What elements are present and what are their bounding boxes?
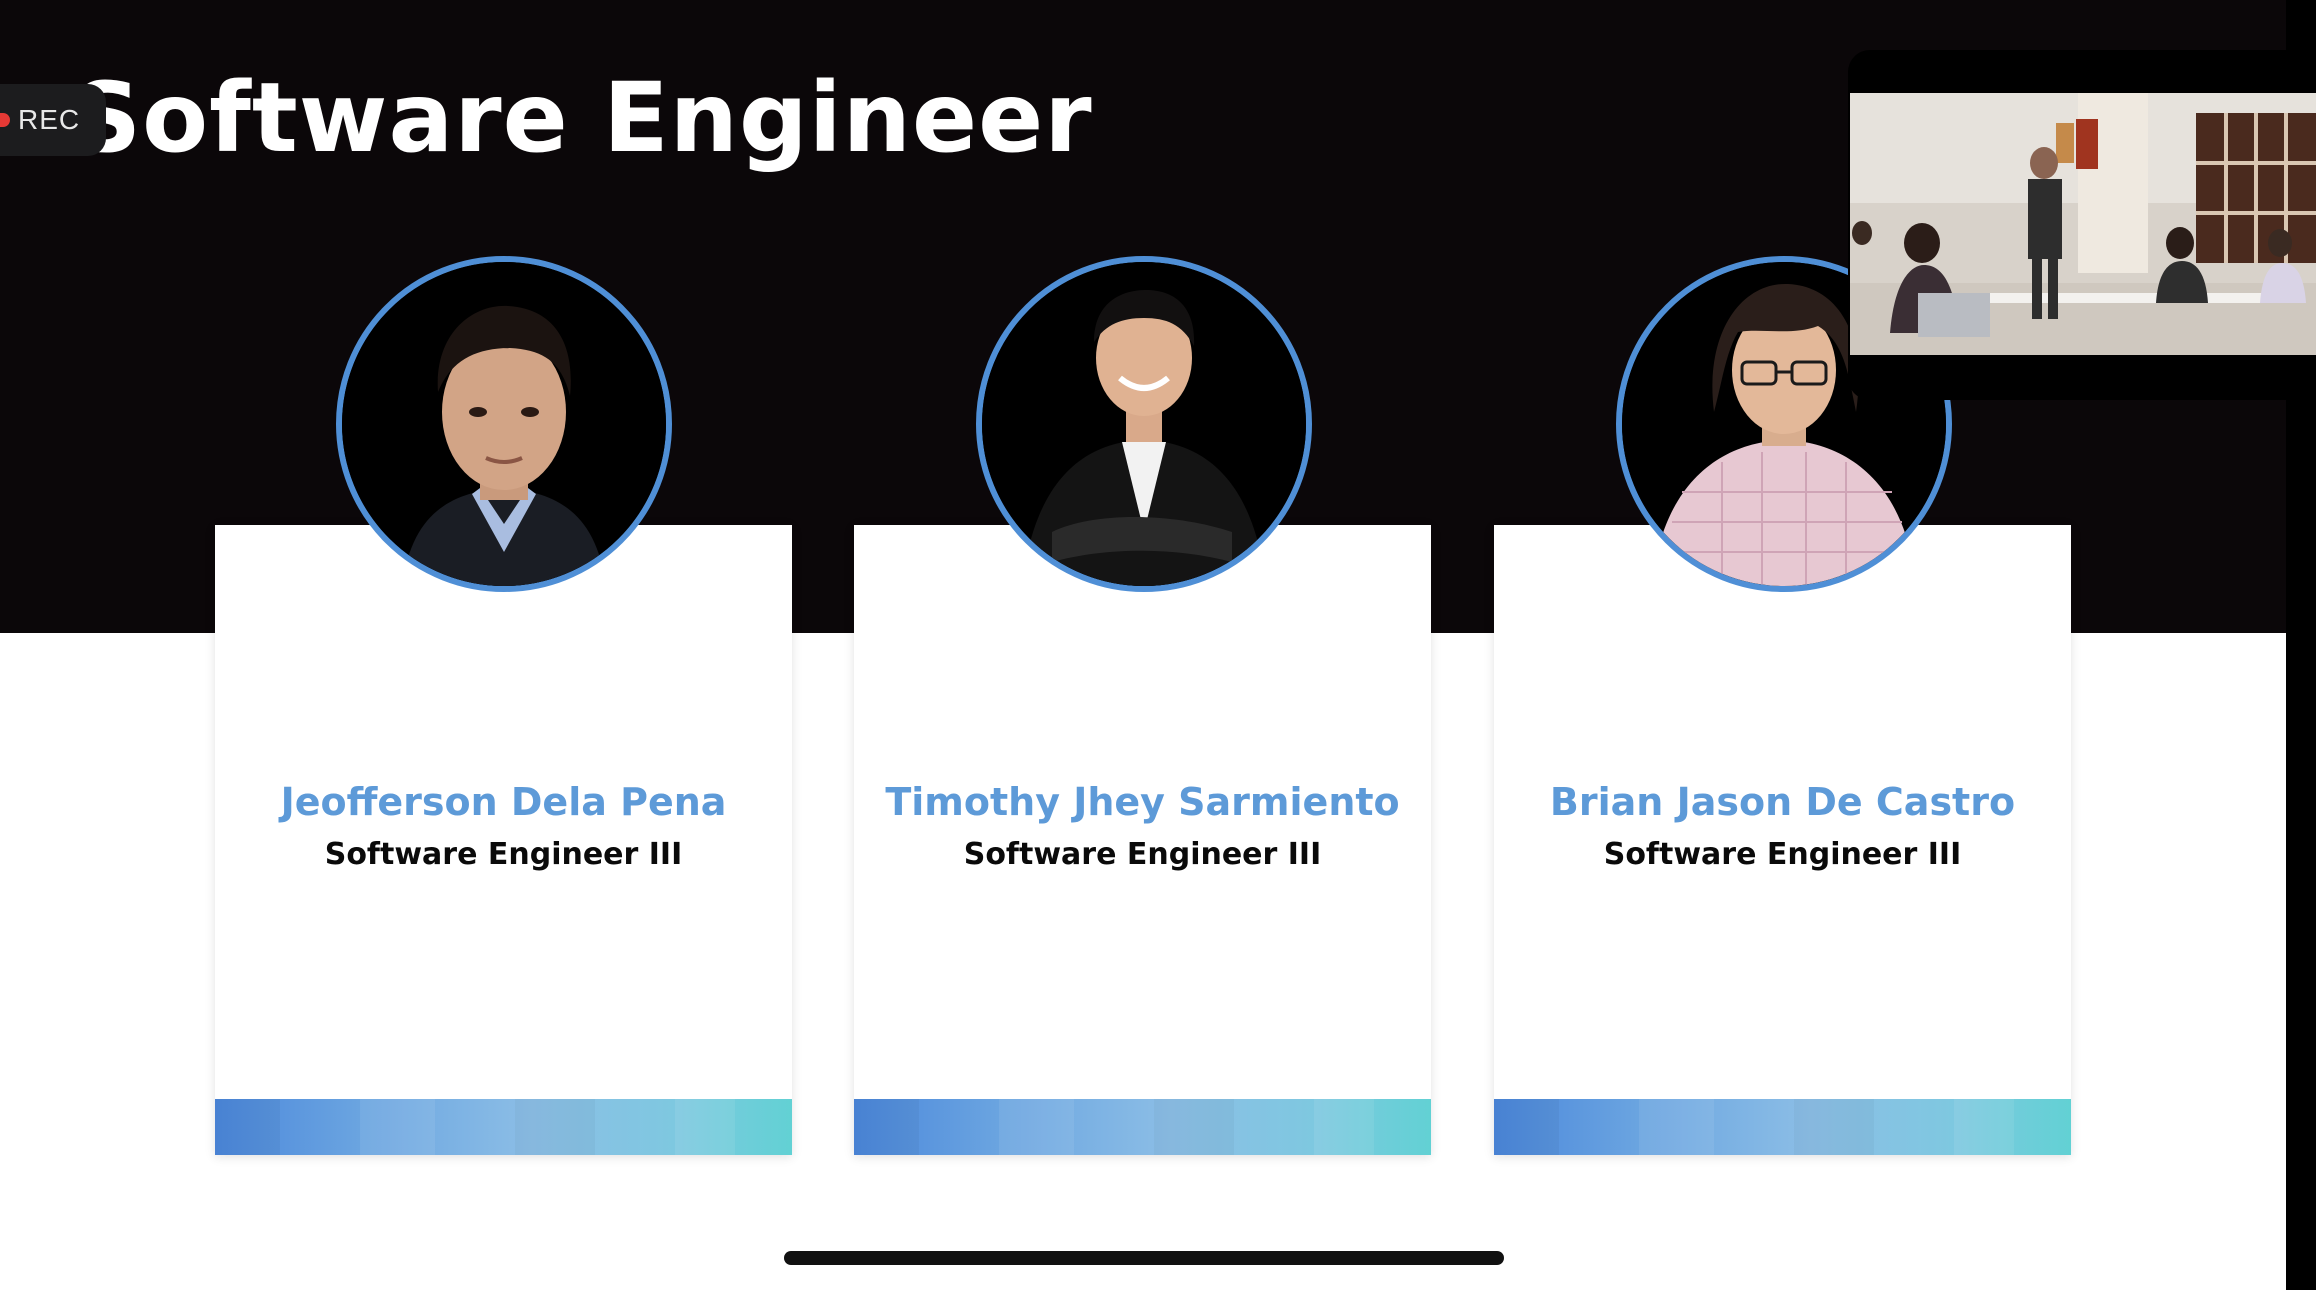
team-card: Jeofferson Dela Pena Software Engineer I…	[215, 525, 792, 1155]
member-role: Software Engineer III	[963, 837, 1322, 872]
meeting-room-video	[1850, 93, 2316, 355]
member-role: Software Engineer III	[1603, 837, 1962, 872]
team-card: Timothy Jhey Sarmiento Software Engineer…	[854, 525, 1431, 1155]
card-accent-bar	[1494, 1099, 2071, 1155]
recording-label: REC	[18, 104, 81, 135]
member-name: Jeofferson Dela Pena	[280, 780, 727, 824]
slide-title: Software Engineer	[72, 62, 1093, 174]
recording-indicator[interactable]: REC	[0, 84, 106, 156]
member-photo	[976, 256, 1312, 592]
member-role: Software Engineer III	[324, 837, 683, 872]
card-accent-bar	[215, 1099, 792, 1155]
member-name: Timothy Jhey Sarmiento	[885, 780, 1400, 824]
member-name: Brian Jason De Castro	[1549, 780, 2016, 824]
participant-video[interactable]	[1850, 93, 2316, 355]
portrait-illustration	[342, 262, 666, 586]
team-card: Brian Jason De Castro Software Engineer …	[1494, 525, 2071, 1155]
home-indicator[interactable]	[784, 1251, 1504, 1265]
member-photo	[336, 256, 672, 592]
card-accent-bar	[854, 1099, 1431, 1155]
record-dot-icon	[0, 113, 10, 127]
portrait-illustration	[982, 262, 1306, 586]
